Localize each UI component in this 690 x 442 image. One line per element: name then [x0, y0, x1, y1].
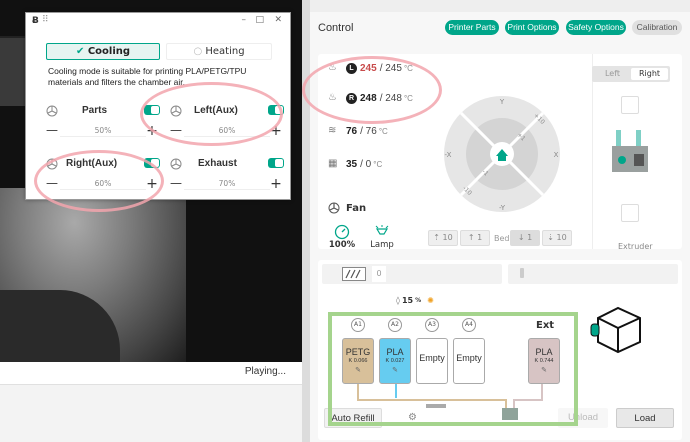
- fan-label-text: Fan: [346, 202, 367, 214]
- bed-down-1-button[interactable]: ↓ 1: [510, 230, 540, 246]
- increase-button[interactable]: +: [270, 176, 282, 192]
- humidity-unit: %: [415, 297, 422, 304]
- close-icon[interactable]: ✕: [274, 15, 282, 25]
- safety-options-button[interactable]: Safety Options: [566, 20, 626, 35]
- chamber-icon: ▦: [328, 158, 338, 169]
- unit-celsius: °C: [378, 126, 388, 136]
- fan-value[interactable]: 50%: [60, 125, 146, 137]
- drag-handle-icon[interactable]: ⠿: [42, 15, 49, 25]
- exhaust-fan-toggle[interactable]: [268, 158, 284, 168]
- fan-value[interactable]: 70%: [184, 178, 270, 190]
- ams-icon: [342, 267, 366, 281]
- external-spool-icon: [520, 268, 524, 278]
- annotation-ring-nozzle-temps: [302, 56, 442, 124]
- camera-status-bar: Playing...: [0, 362, 302, 384]
- sun-icon: ✺: [427, 296, 434, 305]
- extruder-graphic: [612, 130, 648, 172]
- ams-tab-external[interactable]: [508, 264, 678, 284]
- humidity-icon: ◊: [396, 296, 400, 305]
- chamber-temp[interactable]: ▦ 35 / 0 °C: [328, 156, 382, 172]
- minimize-icon[interactable]: –: [242, 15, 247, 25]
- bed-up-1-label: 1: [477, 233, 483, 242]
- humidity-indicator: ◊ 15 % ✺: [396, 296, 434, 305]
- fan-speed-control[interactable]: 100%: [324, 224, 360, 250]
- fan-gauge-icon: [334, 224, 350, 240]
- printer-box-icon: [590, 306, 641, 354]
- lamp-icon: [375, 225, 389, 235]
- print-options-button[interactable]: Print Options: [505, 20, 559, 35]
- bed-heat-icon: ≋: [328, 125, 337, 136]
- jog-wheel: Y -Y -X X +10 +1 -1 -10: [444, 96, 560, 212]
- extruder-label: Extruder: [618, 242, 653, 251]
- fan-card-exhaust: Exhaust — 70% +: [168, 156, 288, 200]
- bed-current: 76: [346, 125, 358, 137]
- decrease-button[interactable]: —: [46, 123, 58, 137]
- fan-name: Exhaust: [198, 158, 237, 169]
- annotation-ring-right-aux: [34, 150, 164, 212]
- annotation-ring-left-aux: [140, 82, 283, 146]
- jog-y-down[interactable]: -Y: [499, 204, 506, 212]
- fan-name: Parts: [82, 105, 108, 116]
- unit-celsius: °C: [373, 159, 383, 169]
- extruder-right-tab[interactable]: Right: [631, 68, 668, 80]
- ams-tab-count: 0: [372, 266, 386, 282]
- printer-parts-button[interactable]: Printer Parts: [445, 20, 499, 35]
- fan-icon: [328, 202, 340, 214]
- jog-x-right[interactable]: X: [554, 151, 559, 159]
- maximize-icon[interactable]: □: [255, 15, 264, 25]
- fan-percent: 100%: [328, 240, 356, 250]
- bed-down-10-label: 10: [556, 233, 567, 242]
- panel-divider: [302, 0, 310, 442]
- jog-y-up[interactable]: Y: [499, 98, 505, 106]
- camera-below-panel: [0, 384, 302, 442]
- bed-down-10-button[interactable]: ⇣ 10: [542, 230, 572, 246]
- decrease-button[interactable]: —: [170, 176, 182, 190]
- control-title: Control: [318, 22, 354, 34]
- check-circle-icon: ✔: [75, 46, 85, 57]
- fan-section-label: Fan: [328, 202, 366, 214]
- heating-mode-button[interactable]: ○ Heating: [166, 43, 272, 60]
- lamp-label: Lamp: [370, 240, 394, 250]
- fan-icon: [170, 158, 182, 170]
- bed-up-1-button[interactable]: ↑ 1: [460, 230, 490, 246]
- extruder-down-button[interactable]: [621, 204, 639, 222]
- ams-tab-main[interactable]: 0: [322, 264, 502, 284]
- camera-status-text: Playing...: [244, 366, 286, 377]
- bed-temp[interactable]: ≋ 76 / 76 °C: [328, 123, 388, 139]
- load-button[interactable]: Load: [616, 408, 674, 428]
- extruder-left-tab[interactable]: Left: [594, 68, 631, 80]
- extruder-toggle: Left Right: [592, 66, 670, 82]
- annotation-box-ams: [328, 312, 578, 426]
- bed-label: Bed: [494, 234, 510, 243]
- jog-x-left[interactable]: -X: [445, 151, 452, 159]
- bed-up-10-button[interactable]: ⇡ 10: [428, 230, 458, 246]
- calibration-button[interactable]: Calibration: [632, 20, 682, 35]
- app-logo-icon: Ƀ: [32, 16, 39, 26]
- chamber-target: / 0: [360, 158, 372, 170]
- bed-up-10-label: 10: [442, 233, 453, 242]
- bed-target: / 76: [360, 125, 377, 137]
- chamber-current: 35: [346, 158, 358, 170]
- popup-titlebar: Ƀ ⠿ – □ ✕: [26, 13, 290, 31]
- extruder-up-button[interactable]: [621, 96, 639, 114]
- bed-down-1-label: 1: [527, 233, 533, 242]
- heating-label: Heating: [205, 46, 245, 57]
- fan-icon: [46, 105, 58, 117]
- radio-circle-icon: ○: [193, 46, 203, 57]
- humidity-value: 15: [401, 296, 414, 305]
- lamp-toggle[interactable]: Lamp: [364, 224, 400, 250]
- cooling-label: Cooling: [87, 46, 131, 57]
- cooling-mode-button[interactable]: ✔ Cooling: [46, 43, 160, 60]
- divider: [592, 54, 593, 249]
